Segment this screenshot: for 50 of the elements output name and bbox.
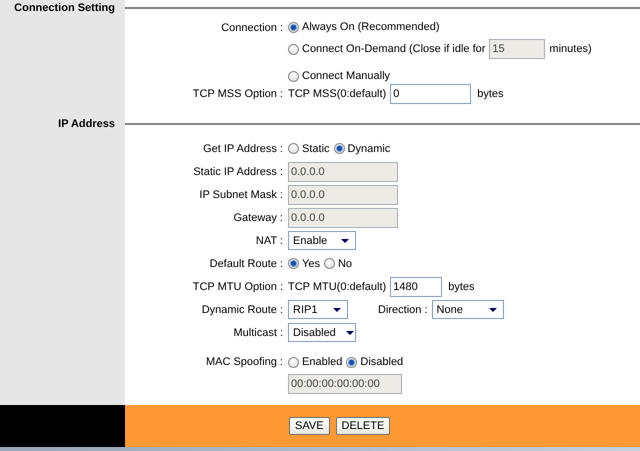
field-label: MAC Spoofing : bbox=[204, 356, 283, 368]
radio-button[interactable] bbox=[334, 143, 345, 154]
radio-label: Yes bbox=[302, 258, 320, 270]
section-title: Connection Setting bbox=[13, 0, 116, 15]
unit-label: minutes) bbox=[549, 43, 592, 55]
radio-label: Enabled bbox=[302, 356, 342, 368]
field-label: Gateway : bbox=[232, 212, 283, 224]
field-label: Connection : bbox=[220, 22, 283, 34]
radio-label: Dynamic bbox=[348, 142, 390, 154]
radio-label: No bbox=[338, 258, 352, 270]
field-label: Static IP Address : bbox=[192, 166, 283, 178]
field-label: IP Subnet Mask : bbox=[198, 188, 283, 200]
caret-icon bbox=[333, 308, 341, 312]
field-label: TCP MTU Option : bbox=[192, 280, 283, 292]
radio-label: Connect Manually bbox=[302, 70, 390, 82]
input-field[interactable]: 0 bbox=[390, 84, 472, 104]
field-label: TCP MSS Option : bbox=[192, 88, 283, 100]
radio-label: Always On (Recommended) bbox=[302, 21, 440, 33]
field-label: Direction : bbox=[378, 304, 428, 316]
radio-button[interactable] bbox=[346, 356, 358, 368]
radio-button[interactable] bbox=[288, 70, 299, 82]
radio-button[interactable] bbox=[288, 143, 299, 154]
radio-label: Static bbox=[302, 142, 330, 154]
dropdown[interactable]: RIP1 bbox=[288, 300, 348, 319]
input-field[interactable]: 1480 bbox=[390, 276, 442, 296]
unit-label: bytes bbox=[477, 88, 504, 100]
caret-icon bbox=[488, 308, 497, 312]
action-button[interactable]: DELETE bbox=[336, 417, 390, 435]
field-label: Dynamic Route : bbox=[200, 304, 283, 316]
caret-icon bbox=[346, 330, 354, 334]
caret-icon bbox=[341, 238, 349, 242]
action-button[interactable]: SAVE bbox=[289, 417, 330, 435]
unit-label: bytes bbox=[448, 280, 475, 292]
radio-label: Disabled bbox=[360, 356, 404, 368]
field-label: Get IP Address : bbox=[202, 142, 283, 154]
radio-button[interactable] bbox=[288, 356, 299, 368]
radio-button[interactable] bbox=[288, 44, 299, 54]
dropdown[interactable]: Enable bbox=[288, 231, 356, 250]
dropdown[interactable]: Disabled bbox=[288, 323, 356, 342]
field-label: NAT : bbox=[254, 234, 283, 246]
field-prefix: TCP MTU(0:default) bbox=[288, 280, 386, 292]
field-label: Default Route : bbox=[208, 258, 283, 270]
radio-button[interactable] bbox=[324, 258, 335, 269]
section-title: IP Address bbox=[57, 116, 116, 131]
radio-label: Connect On-Demand (Close if idle for bbox=[302, 43, 486, 55]
field-prefix: TCP MSS(0:default) bbox=[288, 88, 386, 100]
dropdown[interactable]: None bbox=[432, 300, 504, 319]
radio-button[interactable] bbox=[288, 22, 299, 32]
field-label: Multicast : bbox=[232, 326, 283, 338]
radio-button[interactable] bbox=[288, 258, 299, 269]
